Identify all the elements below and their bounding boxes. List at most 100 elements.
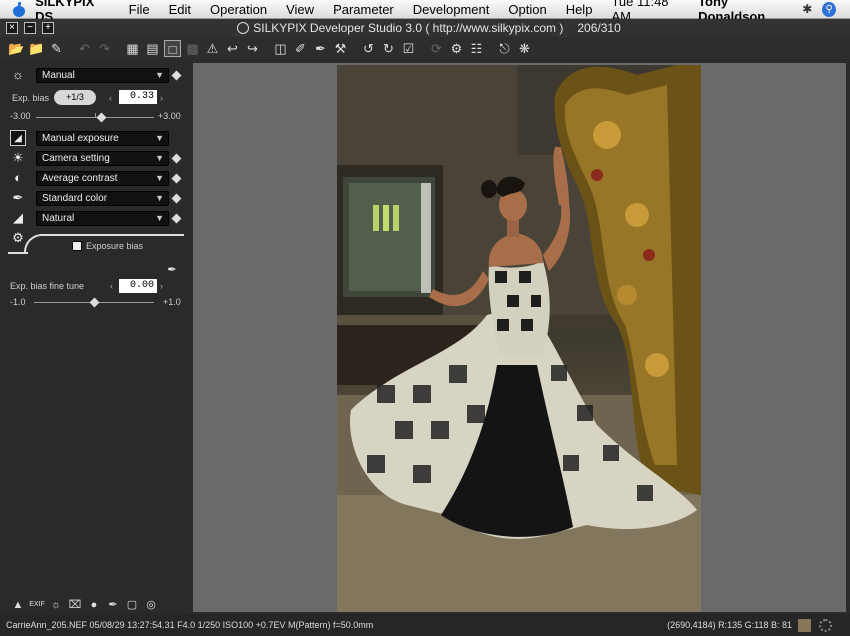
- white-balance-dropper-icon[interactable]: ✐: [292, 40, 309, 57]
- lens-icon[interactable]: ◎: [143, 598, 159, 612]
- chevron-down-icon: ▼: [155, 69, 164, 80]
- brightness-panel-icon[interactable]: ☼: [48, 598, 64, 612]
- toolbar: 📂 📁 ✎ ↶ ↷ ▦ ▤ □ ▩ ⚠ ↩ ↪ ◫ ✐ ✒ ⚒ ↺ ↻ ☑ ⟳ …: [0, 37, 850, 59]
- exp-bias-label: Exp. bias: [12, 93, 50, 103]
- grid-icon[interactable]: ◫: [272, 40, 289, 57]
- rotate-right-icon[interactable]: ↻: [380, 40, 397, 57]
- preset-row: ☼ Manual ▼: [0, 66, 190, 84]
- fine-tune-field[interactable]: 0.00: [119, 279, 157, 293]
- white-balance-select[interactable]: Camera setting ▼: [36, 150, 169, 166]
- redo-icon[interactable]: ↷: [96, 40, 113, 57]
- brightness-icon: ☀: [12, 150, 24, 165]
- exp-bias-min-label: -3.00: [10, 111, 31, 121]
- color-select[interactable]: Standard color ▼: [36, 190, 169, 206]
- contrast-select[interactable]: Average contrast ▼: [36, 170, 169, 186]
- tag-icon[interactable]: ⎋: [496, 40, 513, 57]
- thumbnail-view-icon[interactable]: ▦: [124, 40, 141, 57]
- filmstrip-view-icon[interactable]: ▤: [144, 40, 161, 57]
- chevron-down-icon: ▼: [155, 132, 164, 143]
- preset-diamond-icon[interactable]: [171, 70, 182, 80]
- histogram-icon[interactable]: ▲: [10, 598, 26, 612]
- tab-exposure-bias[interactable]: Exposure bias: [86, 241, 143, 251]
- control-panel: ☼ Manual ▼ Exp. bias +1/3 ‹ 0.33 › -3.00 …: [0, 60, 190, 614]
- exposure-mode-value: Manual exposure: [42, 132, 119, 144]
- warning-icon[interactable]: ⚠: [204, 40, 221, 57]
- preset-value: Manual: [42, 69, 75, 81]
- sharpness-icon: ◢: [13, 210, 23, 225]
- photo-preview[interactable]: [337, 65, 701, 612]
- fine-tune-max-label: +1.0: [163, 297, 181, 307]
- previous-image-icon[interactable]: ↩: [224, 40, 241, 57]
- menu-operation[interactable]: Operation: [210, 2, 267, 17]
- gray-point-dropper-icon[interactable]: ✒: [312, 40, 329, 57]
- exposure-bias-tab-icon[interactable]: [72, 241, 82, 251]
- fine-tune-increment-icon[interactable]: ›: [160, 281, 163, 291]
- menu-help[interactable]: Help: [566, 2, 593, 17]
- photo-image: [337, 65, 701, 612]
- exp-bias-slider-track[interactable]: [36, 117, 154, 118]
- eraser-icon[interactable]: ✎: [48, 40, 65, 57]
- exp-bias-increment-icon[interactable]: ›: [160, 93, 163, 103]
- checkmark-icon[interactable]: ☑: [400, 40, 417, 57]
- window-title-bar: SILKYPIX Developer Studio 3.0 ( http://w…: [0, 19, 850, 37]
- open-file-icon[interactable]: 📂: [8, 40, 25, 57]
- open-folder-icon[interactable]: 📁: [28, 40, 45, 57]
- sync-icon[interactable]: ⟳: [428, 40, 445, 57]
- menu-option[interactable]: Option: [508, 2, 546, 17]
- white-balance-value: Camera setting: [42, 152, 110, 164]
- sharpness-select[interactable]: Natural ▼: [36, 210, 169, 226]
- tab-base: [8, 252, 28, 254]
- undo-icon[interactable]: ↶: [76, 40, 93, 57]
- silkypix-logo-icon: [237, 22, 250, 34]
- sun-icon: ☼: [12, 67, 24, 82]
- tone-curve-icon[interactable]: ⌧: [67, 598, 83, 612]
- exp-bias-field[interactable]: 0.33: [119, 90, 157, 104]
- sharpness-row: ◢ Natural ▼: [0, 209, 190, 227]
- color-diamond-icon[interactable]: [171, 193, 182, 203]
- image-counter: 206/310: [577, 21, 621, 35]
- single-view-icon[interactable]: □: [164, 39, 181, 57]
- settings-icon[interactable]: ❋: [516, 40, 533, 57]
- contrast-diamond-icon[interactable]: [171, 173, 182, 183]
- apple-menu-icon[interactable]: [12, 1, 26, 17]
- preset-select[interactable]: Manual ▼: [36, 67, 169, 83]
- image-preview-area[interactable]: [193, 63, 846, 612]
- fine-tune-slider-thumb[interactable]: [89, 297, 100, 308]
- exp-bias-slider-thumb[interactable]: [97, 112, 107, 123]
- spotlight-search-icon[interactable]: ⚲: [822, 1, 836, 17]
- sharpness-diamond-icon[interactable]: [171, 213, 182, 223]
- exp-bias-step-button[interactable]: +1/3: [54, 90, 96, 105]
- color-dropper-icon: ✒: [12, 190, 24, 205]
- bluetooth-icon[interactable]: ✱: [802, 2, 812, 16]
- tab-line: [40, 234, 184, 236]
- compare-view-icon[interactable]: ▩: [184, 40, 201, 57]
- spot-tool-icon[interactable]: ⚒: [332, 40, 349, 57]
- menu-parameter[interactable]: Parameter: [333, 2, 394, 17]
- exposure-mode-select[interactable]: Manual exposure ▼: [36, 130, 169, 146]
- exif-icon[interactable]: EXIF: [29, 598, 45, 612]
- chevron-down-icon: ▼: [155, 152, 164, 163]
- window-title-text: SILKYPIX Developer Studio 3.0 ( http://w…: [253, 21, 564, 35]
- contrast-icon: ◐: [14, 170, 22, 185]
- white-balance-diamond-icon[interactable]: [171, 153, 182, 163]
- dropper-tool-icon[interactable]: ✒: [105, 598, 121, 612]
- menu-development[interactable]: Development: [413, 2, 490, 17]
- menu-file[interactable]: File: [129, 2, 150, 17]
- pixel-readout: (2690,4184) R:135 G:118 B: 81: [667, 620, 792, 630]
- develop-icon[interactable]: ⚙: [448, 40, 465, 57]
- crop-icon[interactable]: ▢: [124, 598, 140, 612]
- busy-indicator-icon: [819, 618, 832, 632]
- menu-view[interactable]: View: [286, 2, 314, 17]
- fine-tune-decrement-icon[interactable]: ‹: [110, 281, 113, 291]
- gears-icon[interactable]: ⚙: [10, 230, 26, 246]
- batch-develop-icon[interactable]: ☷: [468, 40, 485, 57]
- dropper-icon[interactable]: ✒: [164, 262, 180, 278]
- rotate-left-icon[interactable]: ↺: [360, 40, 377, 57]
- menu-edit[interactable]: Edit: [169, 2, 191, 17]
- white-balance-row: ☀ Camera setting ▼: [0, 149, 190, 167]
- contrast-row: ◐ Average contrast ▼: [0, 169, 190, 187]
- status-bar: CarrieAnn_205.NEF 05/08/29 13:27:54.31 F…: [0, 614, 850, 636]
- exp-bias-decrement-icon[interactable]: ‹: [109, 93, 112, 103]
- next-image-icon[interactable]: ↪: [244, 40, 261, 57]
- sphere-icon[interactable]: ●: [86, 598, 102, 612]
